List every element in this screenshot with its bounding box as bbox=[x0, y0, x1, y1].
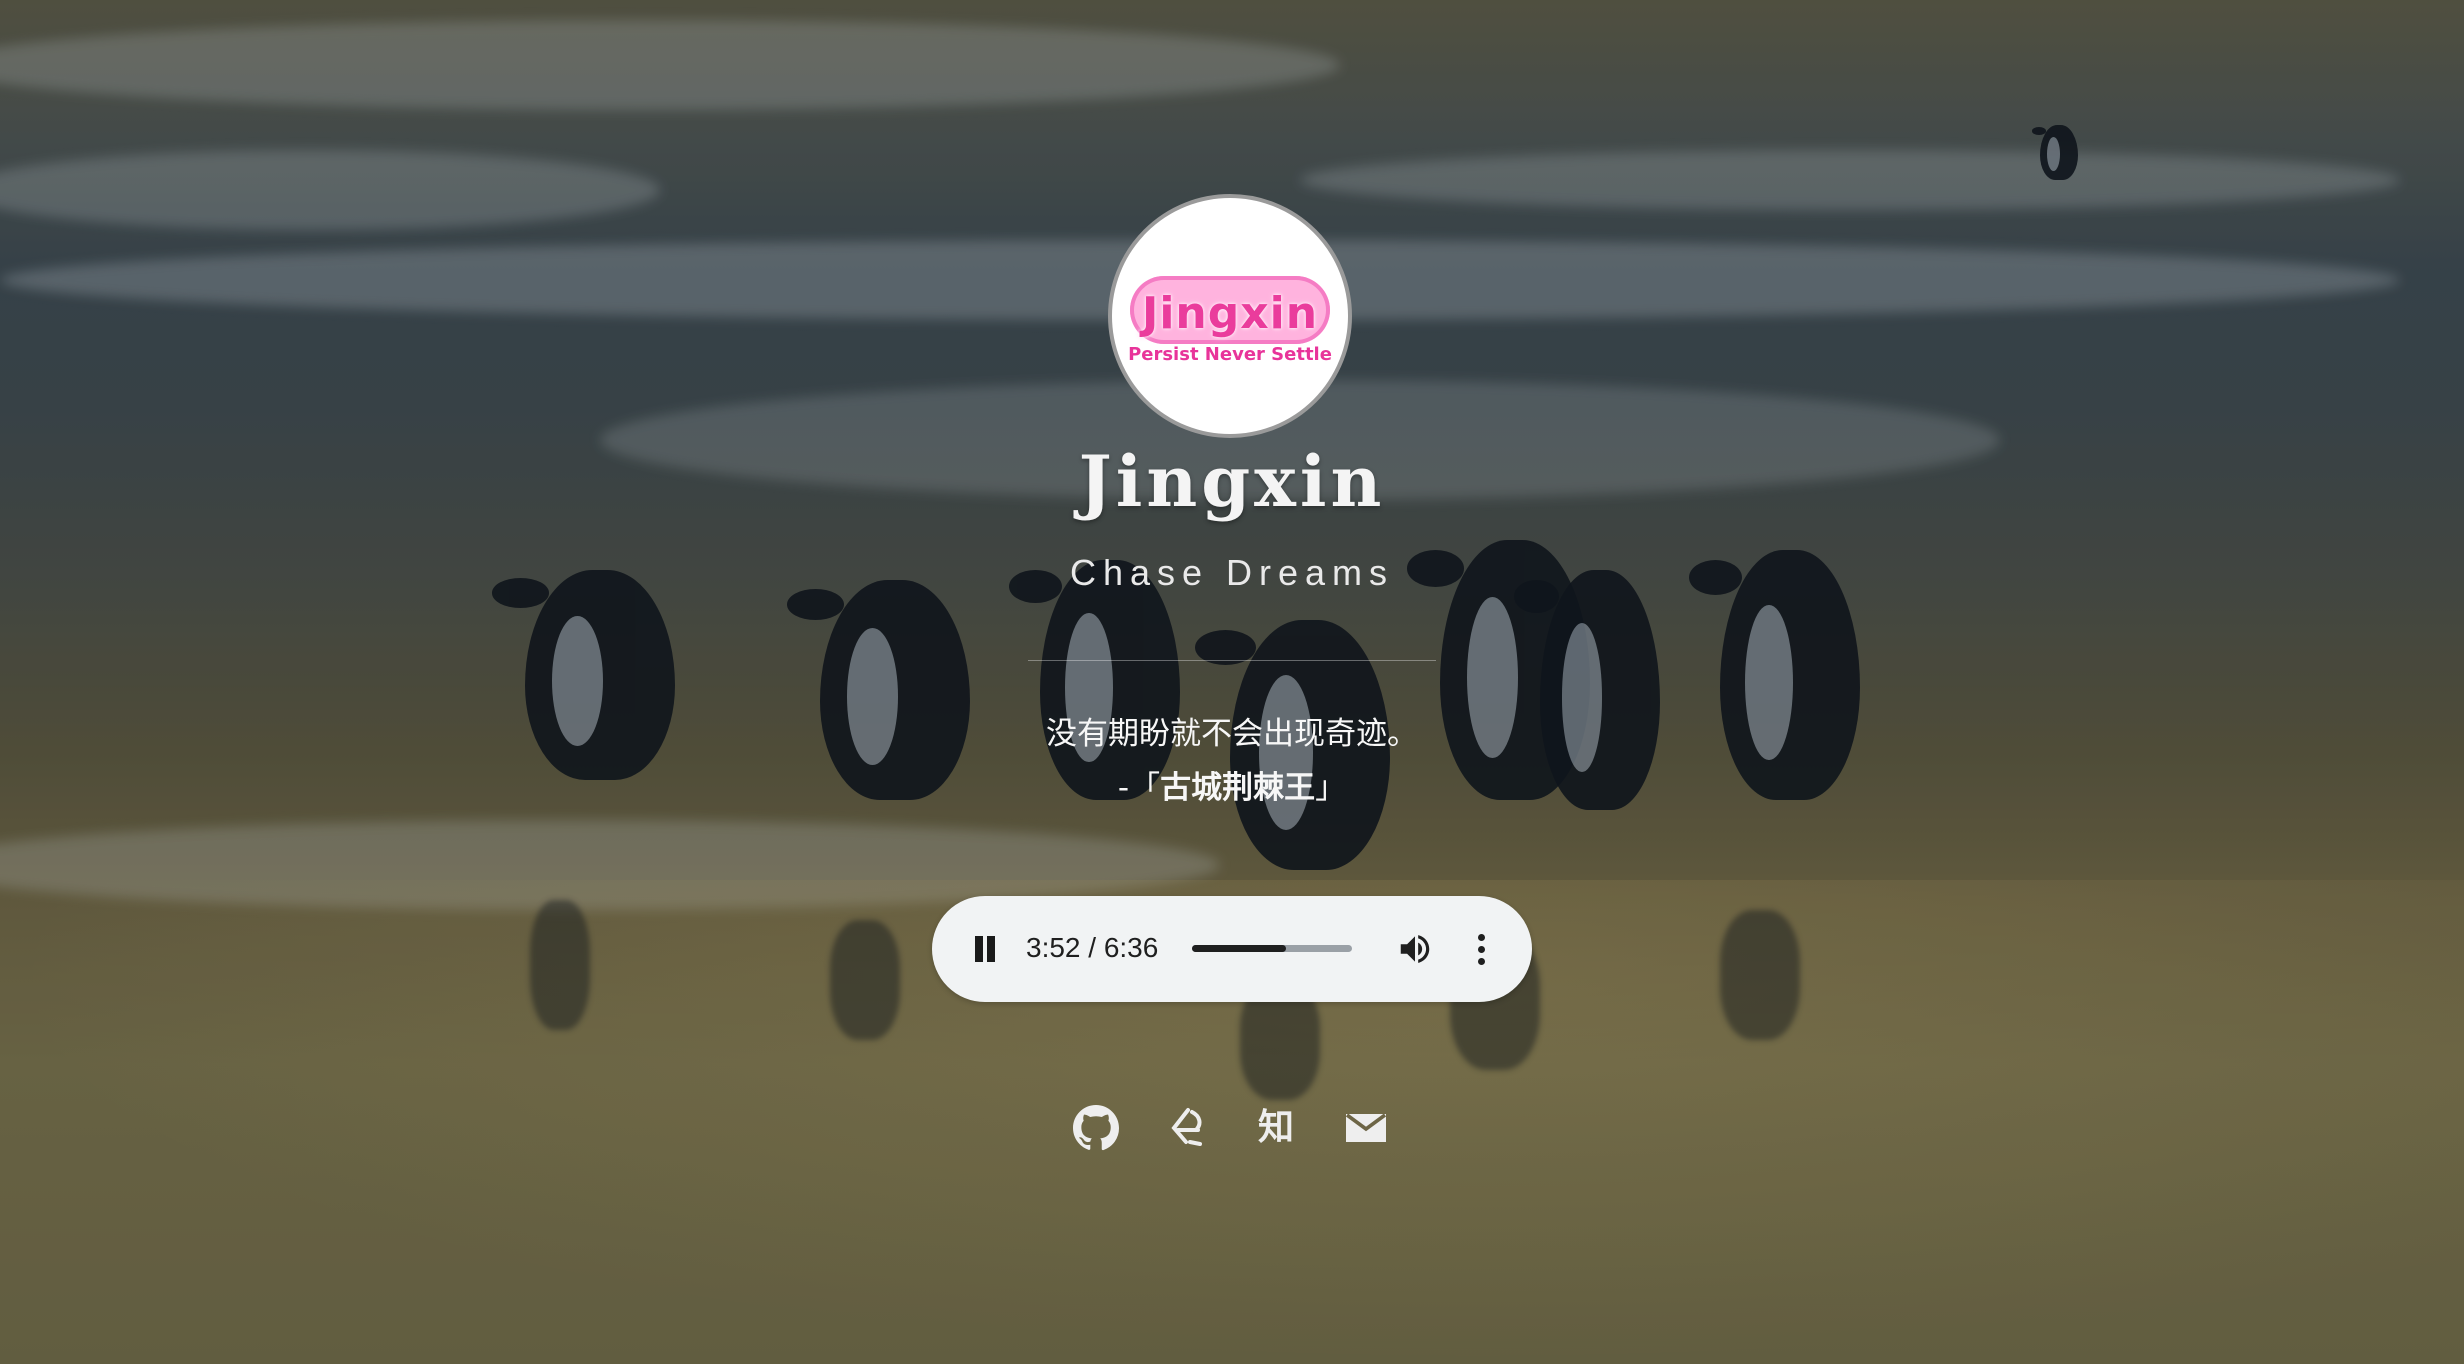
leetcode-icon bbox=[1171, 1108, 1202, 1146]
quote-suffix: 」 bbox=[1315, 770, 1347, 806]
avatar-logo-subtext: Persist Never Settle bbox=[1128, 344, 1332, 365]
zhihu-icon: 知 bbox=[1257, 1107, 1294, 1148]
divider bbox=[1028, 660, 1436, 661]
avatar-logo-text: Jingxin bbox=[1141, 288, 1319, 339]
leetcode-link[interactable] bbox=[1162, 1104, 1210, 1152]
more-options-button[interactable] bbox=[1466, 930, 1496, 968]
more-dot bbox=[1478, 934, 1485, 941]
page-background: Jingxin Persist Never Settle Jingxin Cha… bbox=[0, 0, 2464, 1364]
avatar[interactable]: Jingxin Persist Never Settle bbox=[1108, 194, 1352, 438]
github-icon bbox=[1073, 1105, 1120, 1151]
progress-bar[interactable] bbox=[1192, 945, 1352, 952]
progress-fill bbox=[1192, 945, 1286, 952]
quote-attribution: -「古城荆棘王」 bbox=[0, 762, 2464, 807]
audio-player: 3:52 / 6:36 bbox=[932, 896, 1532, 1002]
zhihu-link[interactable]: 知 bbox=[1252, 1104, 1300, 1152]
pause-icon-bar bbox=[987, 936, 995, 962]
more-dot bbox=[1478, 958, 1485, 965]
email-link[interactable] bbox=[1342, 1104, 1390, 1152]
profile-card: Jingxin Persist Never Settle Jingxin Cha… bbox=[0, 0, 2464, 1364]
volume-button[interactable] bbox=[1396, 930, 1434, 968]
site-tagline: Chase Dreams bbox=[1069, 552, 1395, 593]
github-link[interactable] bbox=[1072, 1104, 1120, 1152]
volume-icon bbox=[1400, 935, 1430, 963]
email-icon bbox=[1345, 1113, 1387, 1142]
quote-source: 古城荆棘王 bbox=[1160, 770, 1316, 806]
playback-time: 3:52 / 6:36 bbox=[1026, 932, 1159, 963]
quote-text: 没有期盼就不会出现奇迹。 bbox=[1046, 716, 1418, 752]
pause-button[interactable] bbox=[968, 932, 1002, 966]
more-dot bbox=[1478, 946, 1485, 953]
quote-prefix: -「 bbox=[1117, 770, 1161, 806]
site-title: Jingxin bbox=[1078, 440, 1386, 523]
pause-icon-bar bbox=[975, 936, 983, 962]
